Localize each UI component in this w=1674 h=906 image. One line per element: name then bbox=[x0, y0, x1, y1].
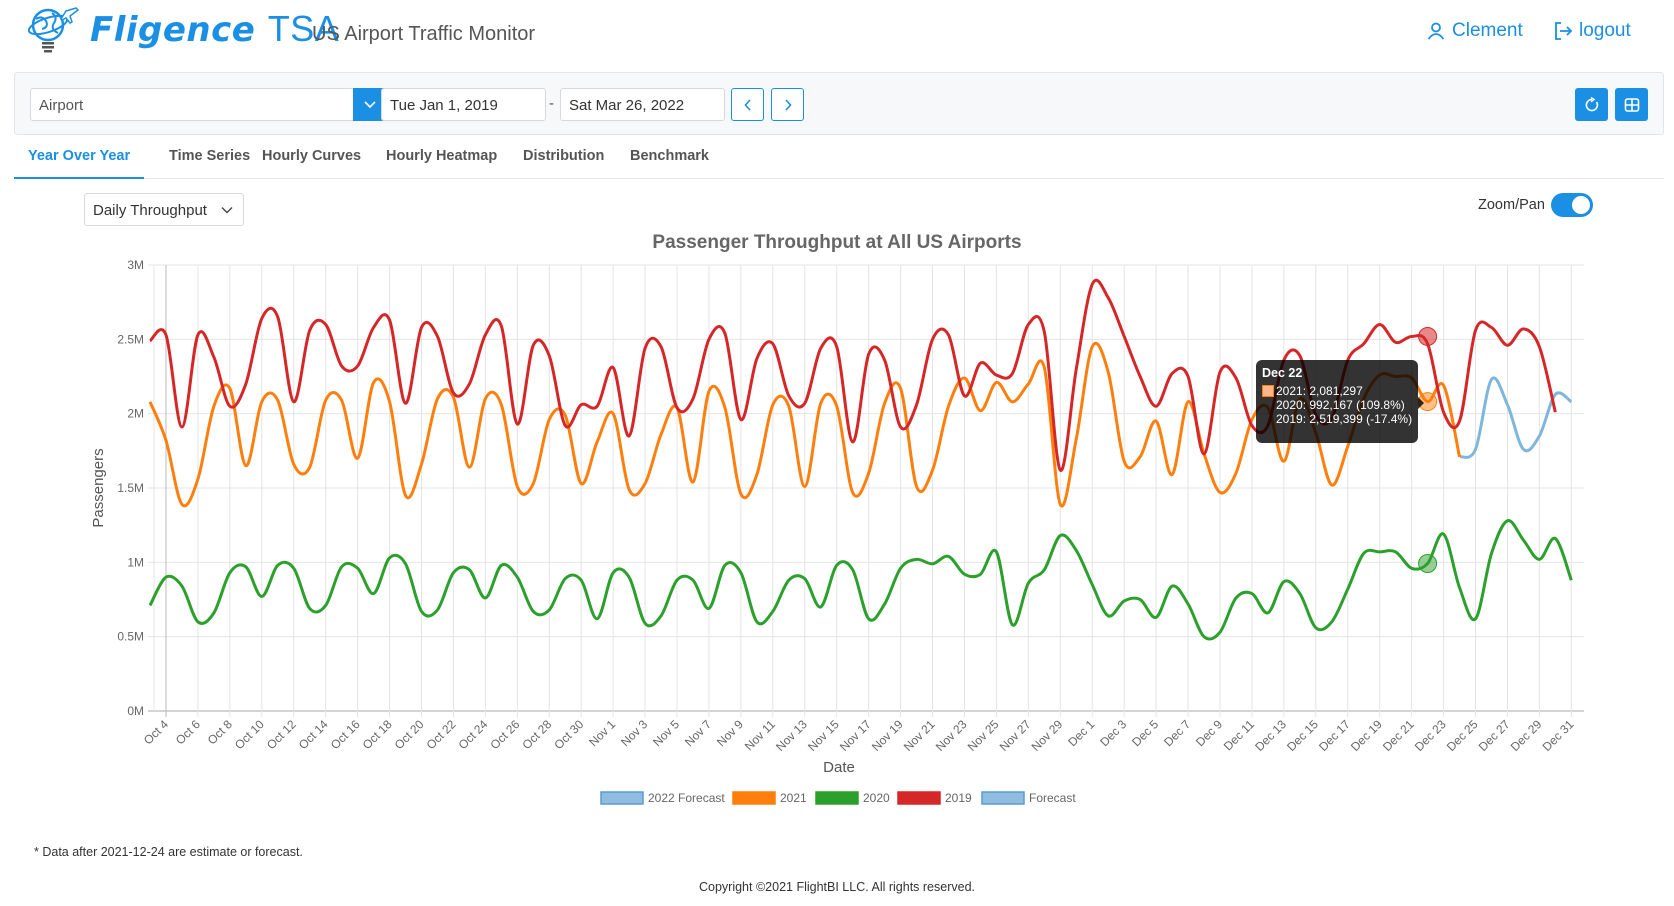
y-tick-label: 1.5M bbox=[117, 481, 144, 495]
tooltip-title: Dec 22 bbox=[1262, 366, 1303, 380]
legend-swatch bbox=[815, 791, 859, 805]
x-tick-label: Dec 29 bbox=[1508, 717, 1545, 754]
x-tick-label: Oct 4 bbox=[141, 717, 171, 747]
tooltip-swatch bbox=[1262, 385, 1274, 397]
x-tick-label: Oct 24 bbox=[456, 717, 491, 752]
x-tick-label: Dec 3 bbox=[1097, 717, 1129, 749]
x-tick-label: Nov 23 bbox=[933, 717, 970, 754]
legend-label: 2019 bbox=[945, 791, 972, 805]
x-tick-label: Nov 21 bbox=[901, 717, 938, 754]
throughput-chart[interactable]: 0M0.5M1M1.5M2M2.5M3MOct 4 Oct 6 Oct 8Oct 1… bbox=[0, 0, 1674, 830]
legend-swatch bbox=[600, 791, 644, 805]
x-tick-label: Nov 3 bbox=[618, 717, 650, 749]
x-tick-label: Nov 19 bbox=[869, 717, 906, 754]
x-tick-label: Nov 15 bbox=[805, 717, 842, 754]
y-tick-label: 2M bbox=[127, 407, 144, 421]
highlight-point-2019 bbox=[1418, 326, 1438, 346]
series-line-2020 bbox=[148, 519, 1573, 641]
legend-label: Forecast bbox=[1029, 791, 1076, 805]
x-tick-label: Nov 29 bbox=[1029, 717, 1066, 754]
x-tick-label: Dec 23 bbox=[1412, 717, 1449, 754]
x-tick-label: Dec 27 bbox=[1476, 717, 1513, 754]
tooltip-line-2020: 2020: 992,167 (109.8%) bbox=[1276, 398, 1405, 412]
x-tick-label: Dec 25 bbox=[1444, 717, 1481, 754]
y-tick-label: 1M bbox=[127, 555, 144, 569]
highlight-point-2020 bbox=[1418, 553, 1438, 573]
x-tick-label: Dec 7 bbox=[1161, 717, 1193, 749]
x-tick-label: Nov 7 bbox=[682, 717, 714, 749]
legend-label: 2021 bbox=[780, 791, 807, 805]
tooltip-line-2021: 2021: 2,081,297 bbox=[1276, 384, 1363, 398]
x-tick-label: Dec 11 bbox=[1221, 717, 1257, 753]
x-tick-label: Oct 22 bbox=[424, 717, 459, 752]
x-tick-label: Oct 10 bbox=[232, 717, 267, 752]
x-tick-label: Oct 6 bbox=[173, 717, 203, 747]
x-tick-label: Dec 13 bbox=[1252, 717, 1289, 754]
legend-swatch bbox=[897, 791, 941, 805]
x-tick-label: Oct 8 bbox=[205, 717, 235, 747]
x-axis-label: Date bbox=[823, 759, 855, 776]
x-tick-label: Oct 14 bbox=[296, 717, 331, 752]
y-tick-label: 2.5M bbox=[117, 332, 144, 346]
x-tick-label: Oct 18 bbox=[360, 717, 395, 752]
x-tick-label: Dec 1 bbox=[1065, 717, 1097, 749]
x-tick-label: Oct 26 bbox=[488, 717, 523, 752]
x-tick-label: Oct 28 bbox=[519, 717, 554, 752]
copyright: Copyright ©2021 FlightBI LLC. All rights… bbox=[698, 880, 975, 894]
x-tick-label: Dec 31 bbox=[1540, 717, 1577, 754]
y-tick-label: 3M bbox=[127, 258, 144, 272]
series-line-forecast bbox=[1458, 376, 1573, 459]
x-tick-label: Oct 20 bbox=[392, 717, 427, 752]
x-tick-label: Nov 17 bbox=[837, 717, 874, 754]
forecast-note: * Data after 2021-12-24 are estimate or … bbox=[34, 845, 303, 859]
x-tick-label: Nov 27 bbox=[997, 717, 1034, 754]
x-tick-label: Dec 5 bbox=[1129, 717, 1161, 749]
x-tick-label: Dec 15 bbox=[1284, 717, 1321, 754]
x-tick-label: Nov 5 bbox=[650, 717, 682, 749]
x-tick-label: Dec 19 bbox=[1348, 717, 1385, 754]
y-tick-label: 0.5M bbox=[117, 630, 144, 644]
y-tick-label: 0M bbox=[127, 704, 144, 718]
y-axis-label: Passengers bbox=[90, 448, 107, 527]
x-tick-label: Nov 11 bbox=[742, 717, 778, 753]
x-tick-label: Dec 17 bbox=[1316, 717, 1353, 754]
x-tick-label: Oct 16 bbox=[328, 717, 363, 752]
tooltip-caret bbox=[1418, 397, 1424, 409]
legend-label: 2020 bbox=[863, 791, 890, 805]
x-tick-label: Nov 13 bbox=[773, 717, 810, 754]
x-tick-label: Dec 21 bbox=[1380, 717, 1417, 754]
chart-tooltip: Dec 22 2021: 2,081,297 2020: 992,167 (10… bbox=[1256, 360, 1424, 443]
legend-swatch bbox=[981, 791, 1025, 805]
legend-label: 2022 Forecast bbox=[648, 791, 725, 805]
legend-swatch bbox=[732, 791, 776, 805]
tooltip-line-2019: 2019: 2,519,399 (-17.4%) bbox=[1276, 412, 1413, 426]
x-tick-label: Oct 30 bbox=[551, 717, 586, 752]
x-tick-label: Nov 1 bbox=[586, 717, 618, 749]
x-tick-label: Oct 12 bbox=[264, 717, 299, 752]
x-tick-label: Nov 25 bbox=[965, 717, 1002, 754]
